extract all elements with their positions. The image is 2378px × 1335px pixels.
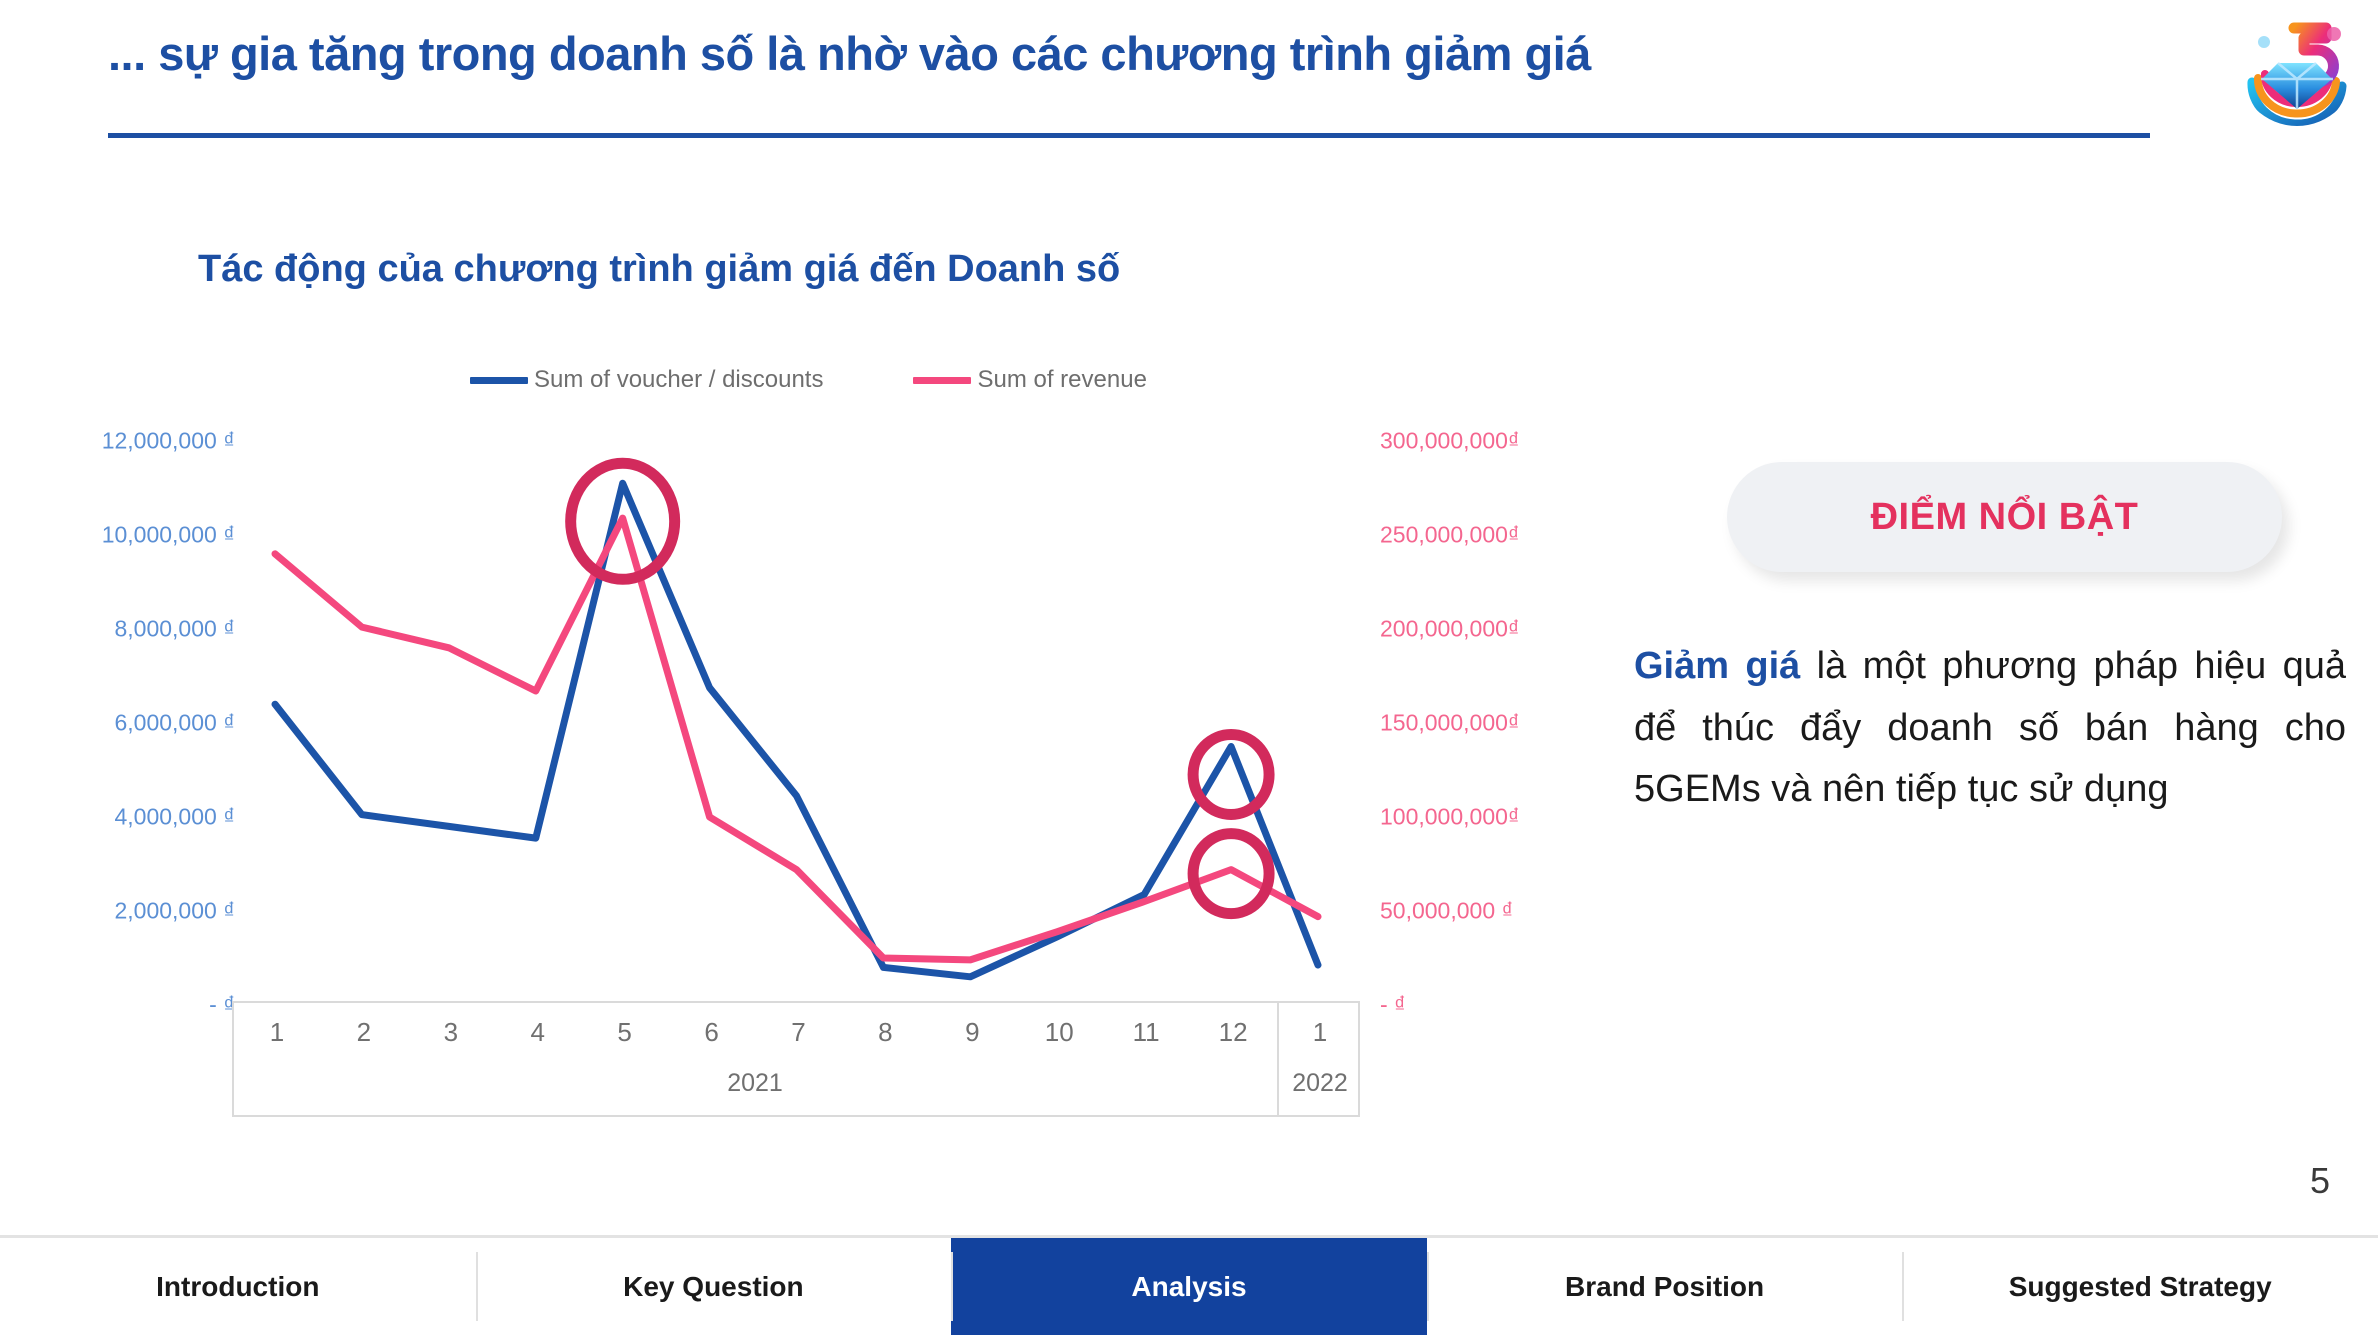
legend-item-voucher: Sum of voucher / discounts bbox=[470, 366, 823, 394]
x-axis-month-label: 11 bbox=[1132, 1017, 1160, 1047]
x-axis-month-label: 2 bbox=[356, 1017, 372, 1047]
footer-nav: Introduction Key Question Analysis Brand Po… bbox=[0, 1235, 2378, 1335]
logo-icon bbox=[2238, 8, 2356, 126]
x-axis-month-label: 5 bbox=[617, 1017, 632, 1047]
nav-item-analysis[interactable]: Analysis bbox=[951, 1238, 1427, 1335]
legend-label-voucher: Sum of voucher / discounts bbox=[534, 366, 824, 393]
page-title: ... sự gia tăng trong doanh số là nhờ và… bbox=[108, 27, 1591, 80]
x-axis-month-label: 10 bbox=[1044, 1017, 1074, 1047]
x-axis-month-label: 6 bbox=[704, 1017, 719, 1047]
x-axis-year-label: 2021 bbox=[727, 1069, 783, 1097]
slide: ... sự gia tăng trong doanh số là nhờ và… bbox=[0, 0, 2378, 1335]
nav-item-key-question[interactable]: Key Question bbox=[475, 1238, 952, 1335]
highlight-badge: ĐIỂM NỔI BẬT bbox=[1727, 462, 2282, 572]
nav-separator bbox=[1902, 1252, 1905, 1321]
x-axis-month-label: 8 bbox=[878, 1017, 893, 1047]
nav-separator bbox=[475, 1252, 478, 1321]
x-axis-month-label: 4 bbox=[530, 1017, 545, 1047]
insight-highlight: Giảm giá bbox=[1634, 645, 1801, 687]
legend-swatch-voucher bbox=[470, 376, 528, 384]
chart-lines bbox=[271, 457, 1322, 981]
chart-title: Tác động của chương trình giảm giá đến D… bbox=[198, 248, 1121, 290]
x-axis-month-label: 9 bbox=[965, 1017, 980, 1047]
nav-item-label: Analysis bbox=[1131, 1270, 1247, 1302]
highlight-badge-label: ĐIỂM NỔI BẬT bbox=[1870, 495, 2139, 538]
chart-legend: Sum of voucher / discounts Sum of revenu… bbox=[470, 366, 1147, 394]
x-axis-year-label: 2022 bbox=[1292, 1069, 1348, 1097]
chart-line-revenue bbox=[271, 514, 1322, 964]
5gems-logo bbox=[2238, 8, 2356, 126]
x-axis-year-divider bbox=[1276, 1003, 1279, 1115]
nav-item-label: Introduction bbox=[156, 1270, 320, 1302]
legend-label-revenue: Sum of revenue bbox=[977, 366, 1147, 393]
x-axis-month-label: 12 bbox=[1218, 1017, 1248, 1047]
nav-item-suggested-strategy[interactable]: Suggested Strategy bbox=[1902, 1238, 2378, 1335]
x-axis-month-label: 1 bbox=[269, 1017, 285, 1047]
x-axis: 1 2 3 4 5 6 7 8 9 10 11 12 1 2021 2022 bbox=[232, 1001, 1360, 1117]
legend-item-revenue: Sum of revenue bbox=[913, 366, 1147, 394]
title-divider bbox=[108, 133, 2150, 138]
x-axis-month-label: 3 bbox=[443, 1017, 459, 1047]
chart-line-voucher bbox=[271, 479, 1322, 981]
x-axis-month-label: 7 bbox=[791, 1017, 806, 1047]
insight-text: Giảm giá là một phương pháp hiệu quả để … bbox=[1634, 636, 2346, 821]
page-number: 5 bbox=[2309, 1160, 2330, 1201]
nav-separator bbox=[1426, 1252, 1429, 1321]
highlight-circle-dec-revenue bbox=[1187, 828, 1275, 920]
nav-separator bbox=[951, 1252, 954, 1321]
nav-item-label: Brand Position bbox=[1565, 1270, 1765, 1302]
chart-plot-area bbox=[0, 400, 1450, 1020]
nav-item-label: Suggested Strategy bbox=[2008, 1270, 2272, 1302]
nav-item-introduction[interactable]: Introduction bbox=[0, 1238, 476, 1335]
nav-item-brand-position[interactable]: Brand Position bbox=[1426, 1238, 1903, 1335]
nav-item-label: Key Question bbox=[623, 1270, 804, 1302]
legend-swatch-revenue bbox=[913, 376, 972, 384]
x-axis-month-label: 1 bbox=[1312, 1017, 1328, 1047]
